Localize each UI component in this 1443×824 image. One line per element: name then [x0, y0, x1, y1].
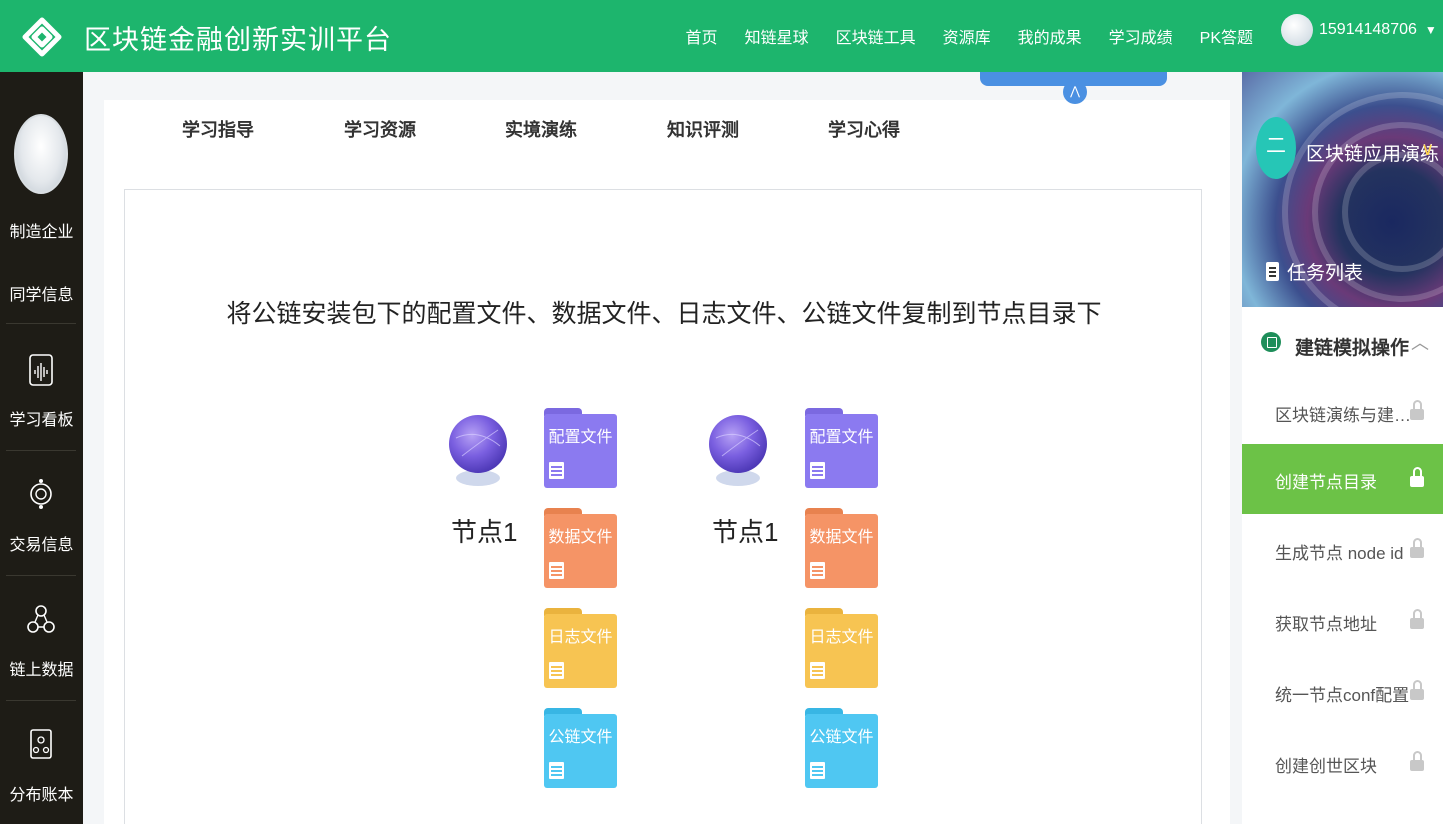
task-label: 创建创世区块 — [1275, 757, 1377, 776]
avatar — [1281, 14, 1313, 46]
user-name: 15914148706 — [1319, 21, 1417, 38]
top-bar: 区块链金融创新实训平台 首页 知链星球 区块链工具 资源库 我的成果 学习成绩 … — [0, 0, 1443, 72]
folder-label: 数据文件 — [548, 529, 613, 546]
tasks-heading-label: 任务列表 — [1287, 263, 1364, 284]
document-icon — [810, 662, 825, 679]
unlock-icon — [1410, 467, 1424, 489]
folder-label: 配置文件 — [548, 429, 613, 446]
nav-resource-library[interactable]: 资源库 — [943, 24, 991, 48]
folder-label: 公链文件 — [809, 729, 874, 746]
unlock-icon — [1410, 538, 1424, 560]
sidebar-item-classmates[interactable]: 同学信息 — [0, 281, 83, 305]
nav-learning-scores[interactable]: 学习成绩 — [1109, 24, 1173, 48]
folder-label: 日志文件 — [548, 629, 613, 646]
unlock-icon — [1410, 751, 1424, 773]
section-header[interactable]: 建链模拟操作 ︿ — [1242, 307, 1443, 377]
chevron-up-icon[interactable]: ︿ — [1411, 329, 1429, 355]
data-file-folder[interactable]: 数据文件 — [544, 508, 617, 588]
tab-practice[interactable]: 实境演练 — [505, 116, 577, 142]
task-item[interactable]: 创建创世区块 — [1242, 728, 1443, 798]
document-icon — [549, 662, 564, 679]
task-label: 生成节点 node id — [1275, 544, 1404, 563]
sidebar-divider — [6, 450, 76, 451]
task-label: 统一节点conf配置 — [1275, 686, 1410, 705]
chain-file-folder[interactable]: 公链文件 — [805, 708, 878, 788]
dashboard-icon — [29, 354, 53, 386]
clipboard-icon — [1266, 262, 1279, 281]
tab-reflections[interactable]: 学习心得 — [828, 116, 900, 142]
section-title: 建链模拟操作 — [1295, 338, 1410, 359]
task-item[interactable]: 统一节点conf配置 — [1242, 657, 1443, 727]
sidebar-item-transactions[interactable]: 交易信息 — [0, 531, 83, 555]
nav-my-achievements[interactable]: 我的成果 — [1018, 24, 1082, 48]
course-title[interactable]: 区块链应用演练 — [1306, 139, 1439, 166]
right-panel: 二 区块链应用演练 ∨ 任务列表 建链模拟操作 ︿ 区块链演练与建链课... 创… — [1242, 72, 1443, 824]
tab-knowledge-test[interactable]: 知识评测 — [667, 116, 739, 142]
chevron-up-icon[interactable]: ⋀ — [1063, 80, 1087, 104]
platform-logo-icon[interactable] — [22, 17, 62, 57]
folder-label: 配置文件 — [809, 429, 874, 446]
task-item[interactable]: 获取节点地址 — [1242, 586, 1443, 656]
task-label: 区块链演练与建链课... — [1275, 406, 1415, 425]
document-icon — [810, 562, 825, 579]
config-file-folder[interactable]: 配置文件 — [805, 408, 878, 488]
log-file-folder[interactable]: 日志文件 — [544, 608, 617, 688]
node-label: 节点1 — [451, 517, 518, 547]
unlock-icon — [1410, 609, 1424, 631]
node-orb-icon[interactable] — [708, 408, 768, 488]
task-instruction: 将公链安装包下的配置文件、数据文件、日志文件、公链文件复制到节点目录下 — [226, 300, 1102, 328]
nav-knowledge-planet[interactable]: 知链星球 — [745, 24, 809, 48]
chain-file-folder[interactable]: 公链文件 — [544, 708, 617, 788]
node-orb-icon[interactable] — [448, 408, 508, 488]
sidebar-divider — [6, 575, 76, 576]
app-title: 区块链金融创新实训平台 — [84, 25, 392, 55]
chevron-down-icon: ▼ — [1424, 23, 1437, 37]
user-menu[interactable]: 15914148706 ▼ — [1281, 14, 1437, 46]
folder-label: 日志文件 — [809, 629, 874, 646]
nav-pk-quiz[interactable]: PK答题 — [1200, 24, 1253, 48]
cube-icon — [1261, 332, 1281, 352]
left-sidebar: 制造企业 同学信息 学习看板 交易信息 链上数据 分布账本 — [0, 72, 83, 824]
tasks-heading: 任务列表 — [1266, 258, 1363, 285]
task-item-active[interactable]: 创建节点目录 — [1242, 444, 1443, 514]
course-number-badge: 二 — [1256, 117, 1296, 179]
tab-bar: 学习指导 学习资源 实境演练 知识评测 学习心得 — [104, 100, 1230, 160]
ledger-icon — [30, 729, 52, 759]
task-label: 获取节点地址 — [1275, 615, 1377, 634]
config-file-folder[interactable]: 配置文件 — [544, 408, 617, 488]
task-label: 创建节点目录 — [1275, 473, 1377, 492]
tab-learning-resources[interactable]: 学习资源 — [344, 116, 416, 142]
main-nav: 首页 知链星球 区块链工具 资源库 我的成果 学习成绩 PK答题 — [686, 0, 1253, 72]
folder-label: 数据文件 — [809, 529, 874, 546]
sidebar-divider — [6, 323, 76, 324]
nav-home[interactable]: 首页 — [686, 24, 718, 48]
document-icon — [549, 462, 564, 479]
task-item[interactable]: 生成节点 node id — [1242, 515, 1443, 585]
task-item[interactable]: 区块链演练与建链课... — [1242, 377, 1443, 447]
document-icon — [549, 562, 564, 579]
sidebar-divider — [6, 700, 76, 701]
sidebar-item-dashboard[interactable]: 学习看板 — [0, 406, 83, 430]
chain-data-icon — [27, 605, 55, 633]
sidebar-item-chain-data[interactable]: 链上数据 — [0, 656, 83, 680]
sidebar-item-ledger[interactable]: 分布账本 — [0, 781, 83, 805]
document-icon — [810, 462, 825, 479]
company-avatar — [14, 114, 68, 194]
node-label: 节点1 — [712, 517, 779, 547]
tab-learning-guide[interactable]: 学习指导 — [182, 116, 254, 142]
unlock-icon — [1410, 400, 1424, 422]
folder-label: 公链文件 — [548, 729, 613, 746]
chevron-down-icon[interactable]: ∨ — [1421, 139, 1434, 160]
document-icon — [549, 762, 564, 779]
unlock-icon — [1410, 680, 1424, 702]
course-banner: 二 区块链应用演练 ∨ 任务列表 — [1242, 72, 1443, 307]
log-file-folder[interactable]: 日志文件 — [805, 608, 878, 688]
nav-blockchain-tools[interactable]: 区块链工具 — [836, 24, 916, 48]
company-name: 制造企业 — [9, 224, 74, 241]
data-file-folder[interactable]: 数据文件 — [805, 508, 878, 588]
transaction-icon — [30, 479, 52, 509]
document-icon — [810, 762, 825, 779]
practice-canvas: 将公链安装包下的配置文件、数据文件、日志文件、公链文件复制到节点目录下 节点1 … — [124, 189, 1202, 824]
